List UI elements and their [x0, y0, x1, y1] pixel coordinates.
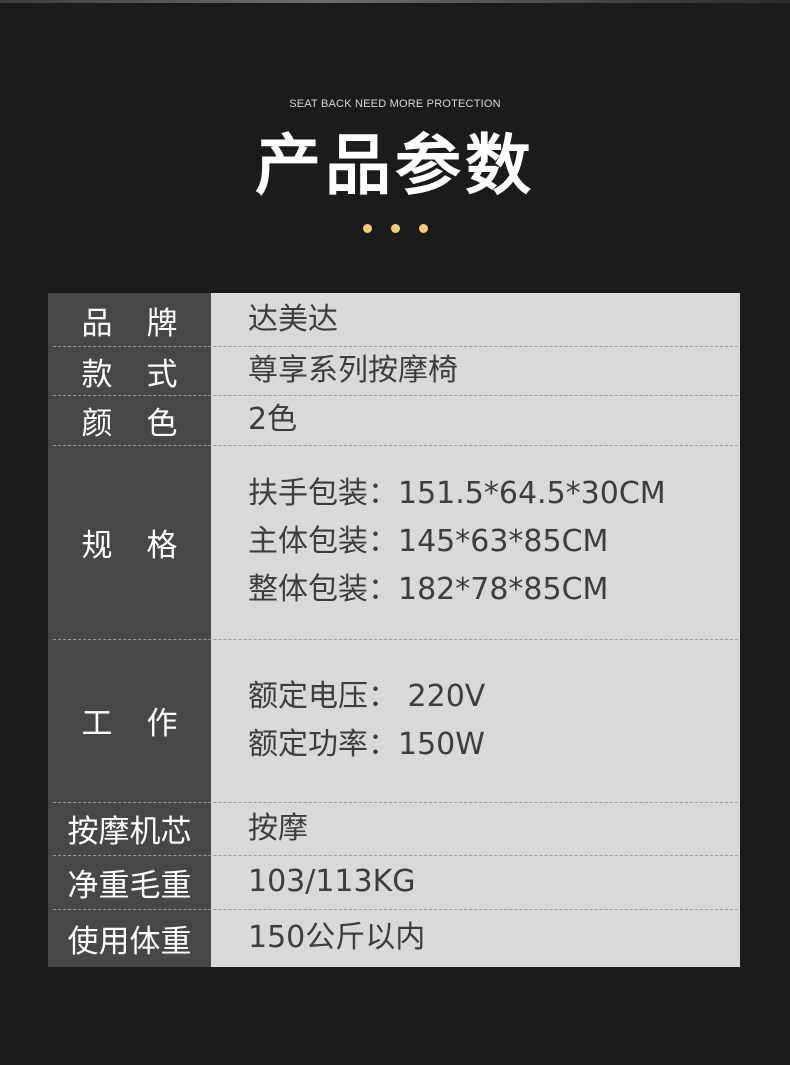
spec-label: 款式: [81, 356, 178, 393]
dot-icon: [390, 224, 400, 233]
spec-value: 150公斤以内: [248, 909, 740, 967]
spec-label: 品牌: [81, 305, 178, 342]
spec-value-line: 额定功率：150W: [248, 726, 485, 762]
spec-row-user-weight: 使用体重 150公斤以内: [48, 909, 740, 967]
spec-value: 2色: [248, 395, 740, 445]
spec-value-line: 150公斤以内: [248, 920, 426, 955]
spec-row-massage-core: 按摩机芯 按摩: [48, 802, 740, 855]
spec-value: 额定电压： 220V 额定功率：150W: [248, 639, 740, 802]
spec-value: 103/113KG: [248, 855, 740, 909]
spec-label: 净重毛重: [67, 867, 192, 904]
spec-row-brand: 品牌 达美达: [48, 293, 740, 347]
spec-row-dimensions: 规格 扶手包装：151.5*64.5*30CM 主体包装：145*63*85CM…: [48, 445, 740, 639]
spec-value-line: 扶手包装：151.5*64.5*30CM: [248, 476, 666, 511]
spec-label: 工作: [81, 706, 178, 742]
spec-value: 按摩: [248, 802, 740, 855]
spec-value-line: 尊享系列按摩椅: [248, 353, 458, 388]
dot-icon: [362, 224, 372, 233]
header-subtitle: SEAT BACK NEED MORE PROTECTION: [289, 98, 501, 110]
spec-value-line: 103/113KG: [248, 864, 416, 899]
spec-value-line: 主体包装：145*63*85CM: [248, 524, 609, 559]
spec-value: 扶手包装：151.5*64.5*30CM 主体包装：145*63*85CM 整体…: [248, 445, 740, 639]
spec-row-weight: 净重毛重 103/113KG: [48, 855, 740, 909]
spec-table: 品牌 达美达 款式 尊享系列按摩椅 颜色 2色 规格 扶手包装：151.5*64…: [48, 293, 740, 967]
spec-label: 颜色: [81, 405, 178, 442]
spec-row-color: 颜色 2色: [48, 395, 740, 445]
spec-value-line: 额定电压： 220V: [248, 678, 486, 714]
spec-label: 按摩机芯: [67, 814, 192, 850]
spec-row-model: 款式 尊享系列按摩椅: [48, 347, 740, 395]
spec-row-power: 工作 额定电压： 220V 额定功率：150W: [48, 639, 740, 802]
spec-label: 使用体重: [67, 923, 192, 960]
spec-value-line: 整体包装：182*78*85CM: [248, 572, 609, 607]
spec-value-line: 按摩: [248, 810, 308, 846]
spec-label: 规格: [81, 527, 178, 564]
spec-value: 达美达: [248, 293, 740, 347]
spec-value-line: 达美达: [248, 302, 338, 337]
top-decorative-strip: [0, 0, 790, 3]
page-title: 产品参数: [255, 127, 535, 204]
spec-value-line: 2色: [248, 402, 298, 437]
dot-icon: [418, 224, 428, 233]
decorative-dots: [0, 224, 790, 233]
spec-value: 尊享系列按摩椅: [248, 347, 740, 395]
